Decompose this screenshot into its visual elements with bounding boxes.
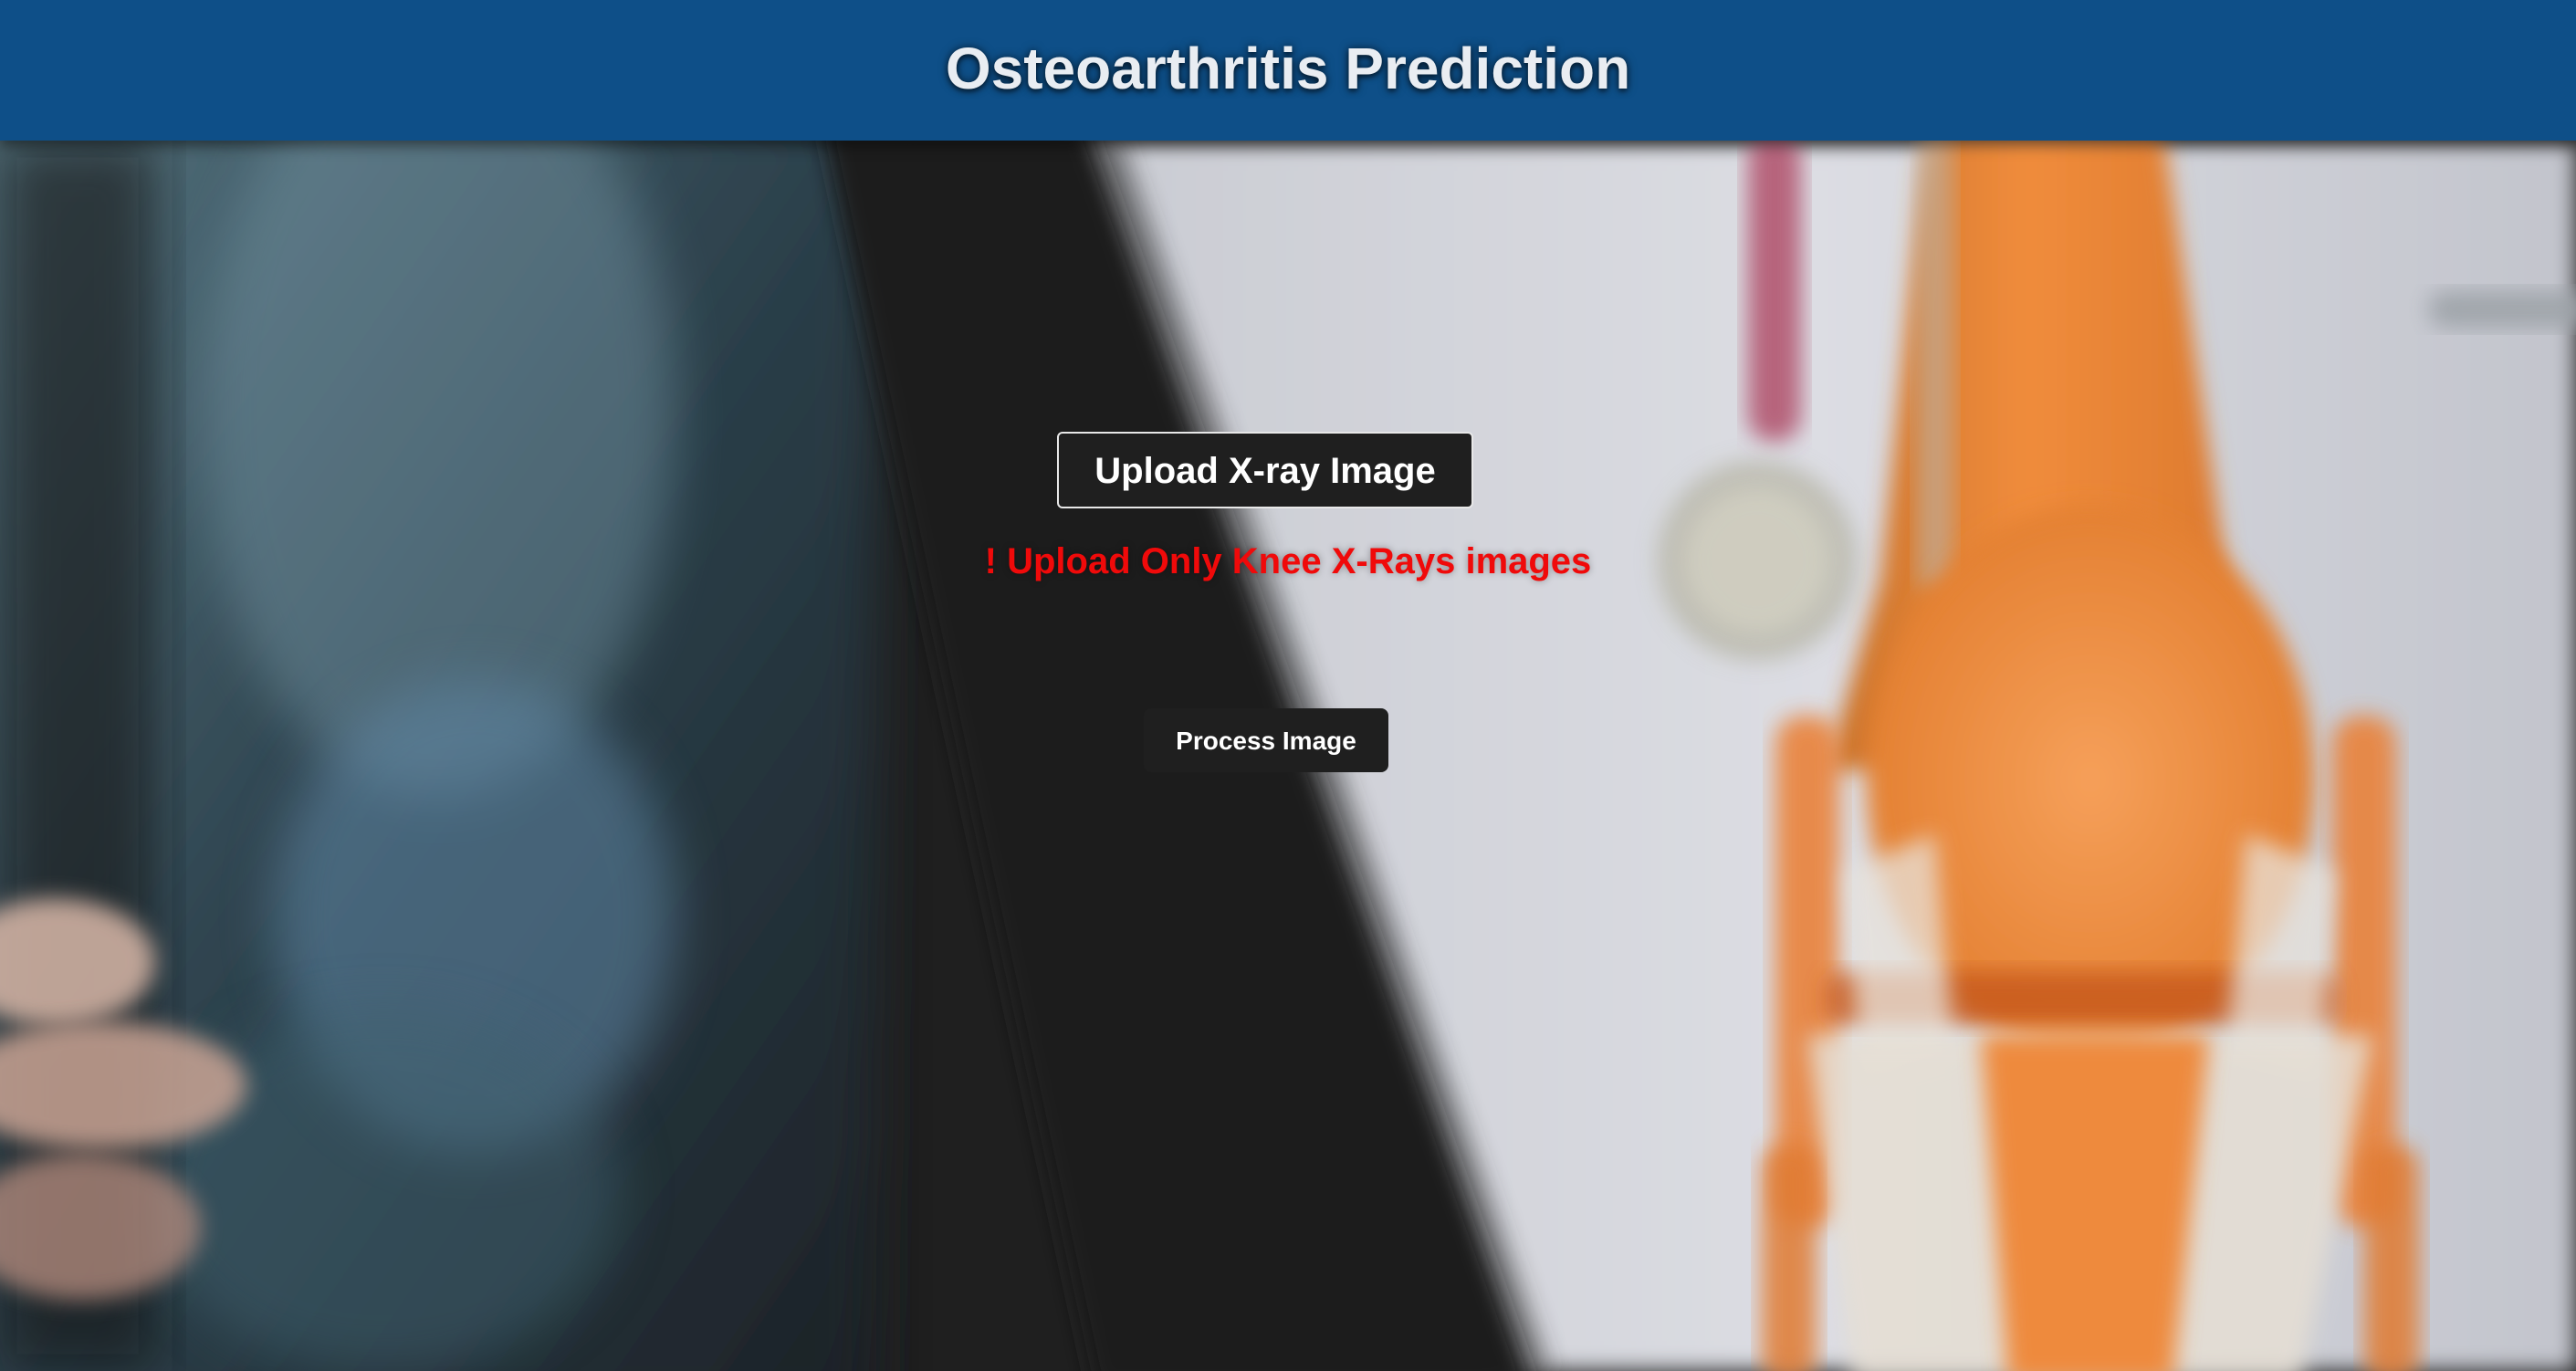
upload-xray-button[interactable]: Upload X-ray Image (1057, 432, 1473, 508)
page: Osteoarthritis Prediction Upload X-ray I… (0, 0, 2576, 1371)
app-header: Osteoarthritis Prediction (0, 0, 2576, 141)
page-title: Osteoarthritis Prediction (945, 36, 1631, 101)
upload-warning-text: ! Upload Only Knee X-Rays images (984, 541, 1592, 581)
process-image-button[interactable]: Process Image (1144, 708, 1388, 772)
